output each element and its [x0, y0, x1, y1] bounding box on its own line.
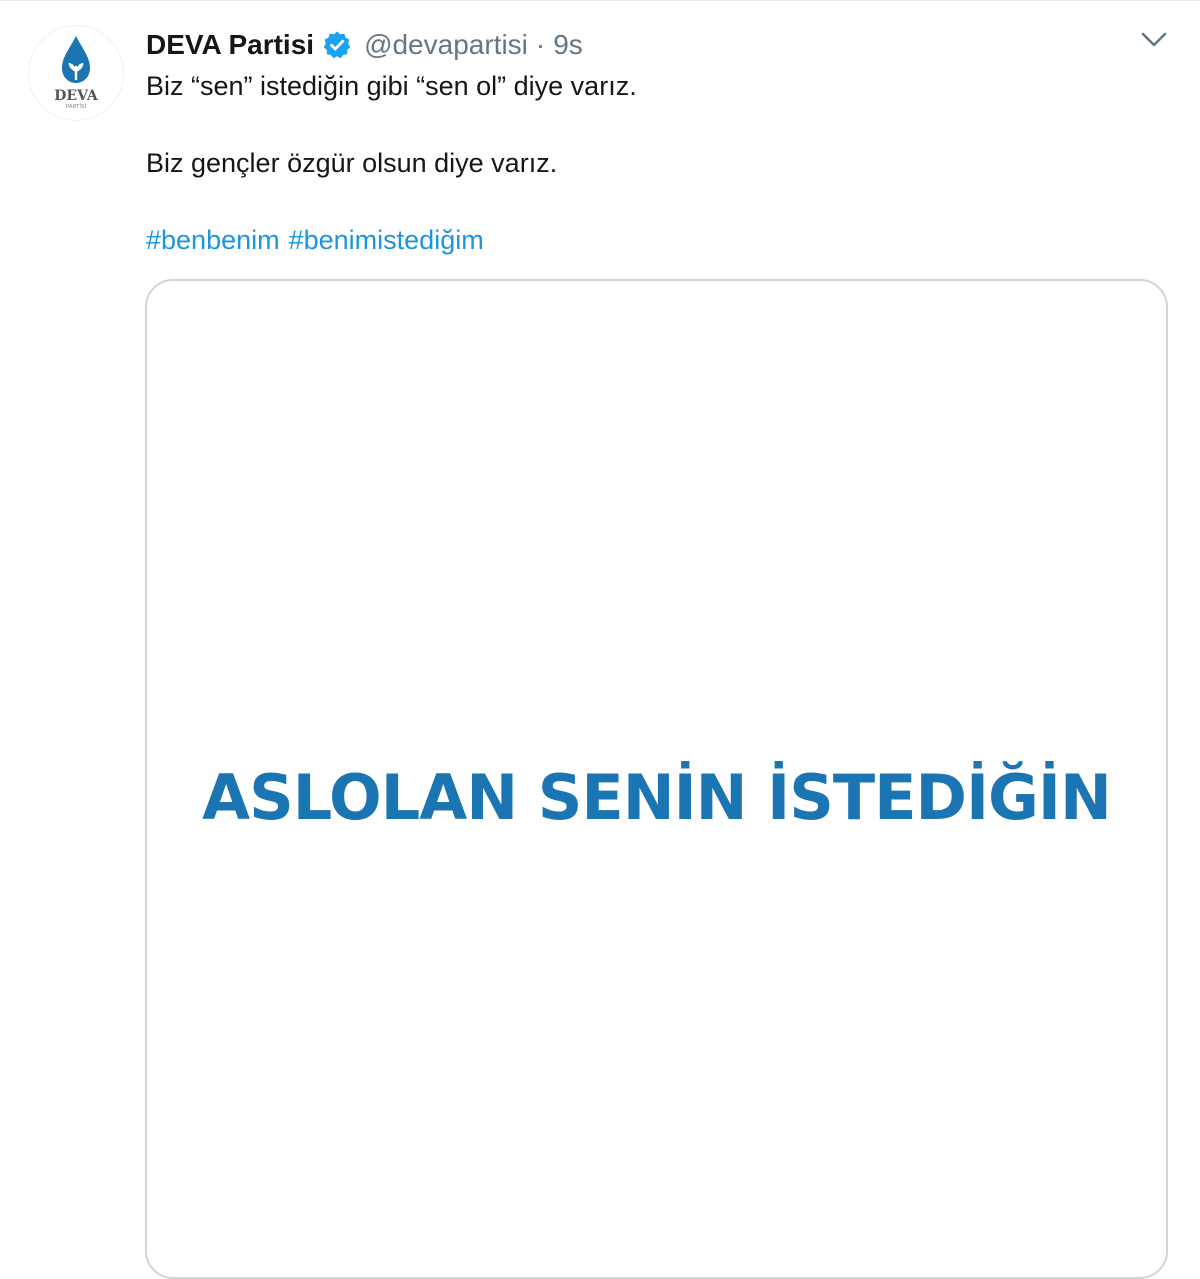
logo-subtext: PARTİSİ	[66, 103, 87, 110]
tweet-text-line-2: Biz gençler özgür olsun diye varız.	[146, 148, 558, 178]
media-headline: ASLOLAN SENİN İSTEDİĞİN	[202, 761, 1112, 834]
author-handle[interactable]: @devapartisi	[364, 29, 528, 61]
tweet[interactable]: DEVA PARTİSİ DEVA Partisi @devapartisi ·…	[0, 0, 1200, 1279]
avatar[interactable]: DEVA PARTİSİ	[28, 25, 124, 121]
logo-text: DEVA	[54, 88, 99, 104]
timestamp-link[interactable]: 9s	[553, 29, 583, 61]
tweet-header: DEVA Partisi @devapartisi · 9s	[146, 25, 583, 65]
hashtag-link[interactable]: #benbenim	[146, 225, 280, 255]
tweet-text-line-1: Biz “sen” istediğin gibi “sen ol” diye v…	[146, 71, 637, 101]
deva-drop-logo-icon: DEVA PARTİSİ	[54, 36, 99, 110]
hashtag-link[interactable]: #benimistediğim	[289, 225, 484, 255]
media-card[interactable]: ASLOLAN SENİN İSTEDİĞİN	[145, 279, 1168, 1279]
hashtag-list: #benbenim #benimistediğim	[146, 225, 484, 256]
separator-dot: ·	[535, 29, 546, 60]
verified-badge-icon	[322, 30, 352, 60]
chevron-down-icon[interactable]	[1136, 25, 1172, 55]
author-name[interactable]: DEVA Partisi	[146, 29, 314, 61]
